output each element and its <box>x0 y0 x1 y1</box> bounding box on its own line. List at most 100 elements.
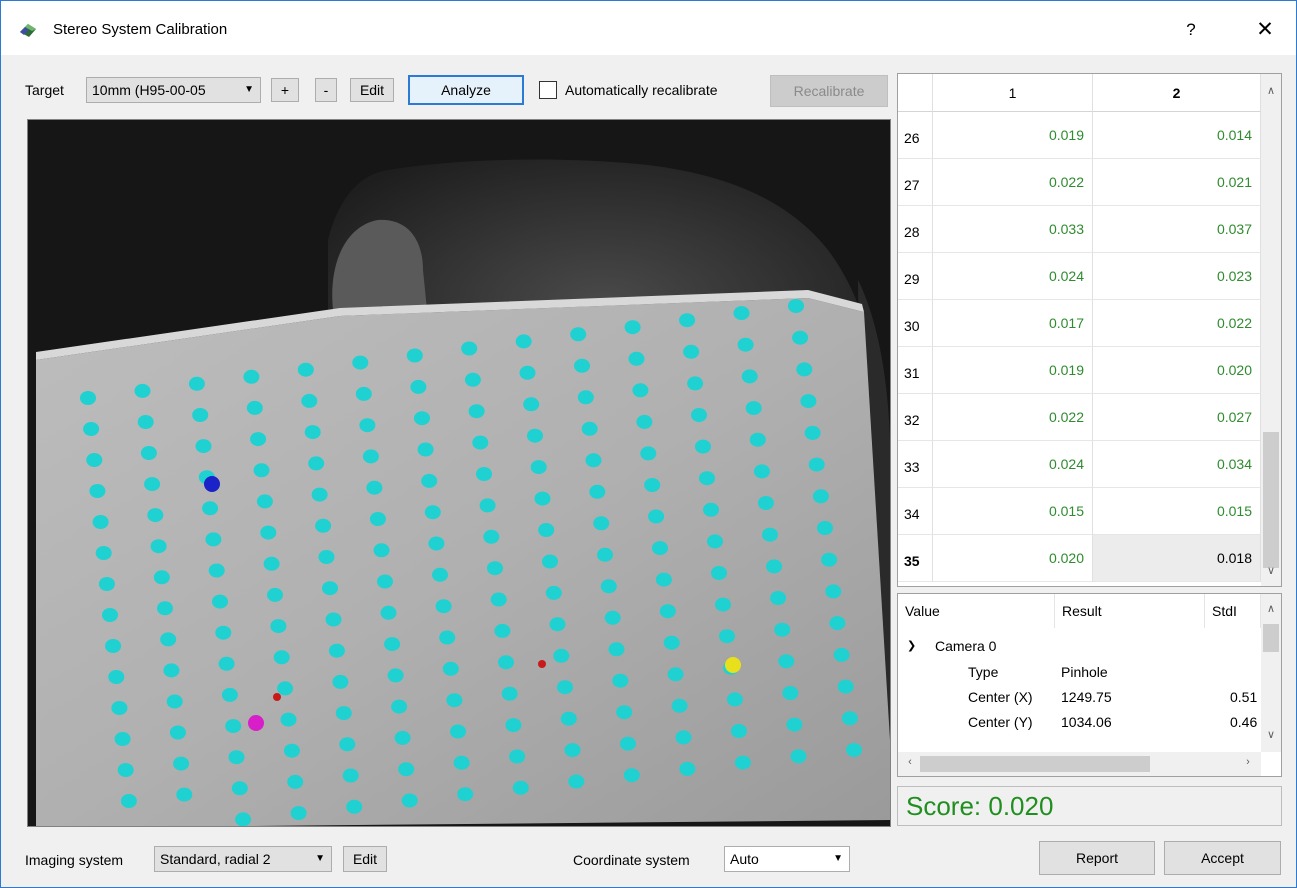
target-dot <box>636 414 653 429</box>
tree-scroll-thumb[interactable] <box>1263 624 1279 652</box>
cell-camera-1[interactable]: 0.024 <box>933 441 1093 488</box>
target-dot <box>837 679 854 694</box>
target-dot <box>92 515 109 529</box>
row-number: 28 <box>898 206 933 253</box>
table-row[interactable]: 28 0.033 0.037 <box>898 206 1261 253</box>
cell-camera-1[interactable]: 0.022 <box>933 159 1093 206</box>
target-dot <box>366 480 383 495</box>
table-row[interactable]: 29 0.024 0.023 <box>898 253 1261 300</box>
close-button[interactable]: ✕ <box>1249 15 1281 45</box>
cell-camera-2[interactable]: 0.022 <box>1093 300 1261 347</box>
coordinate-system-select[interactable]: Auto ▼ <box>724 846 850 872</box>
cell-camera-1[interactable]: 0.015 <box>933 488 1093 535</box>
scroll-up-icon[interactable]: ∧ <box>1261 602 1281 615</box>
imaging-system-value: Standard, radial 2 <box>160 851 271 867</box>
add-target-button[interactable]: + <box>271 78 299 102</box>
cell-camera-2[interactable]: 0.034 <box>1093 441 1261 488</box>
origin-marker-red <box>273 693 281 701</box>
table-scroll-thumb[interactable] <box>1263 432 1279 568</box>
target-dot <box>749 432 766 447</box>
remove-target-button[interactable]: - <box>315 78 337 102</box>
calibration-image-viewer[interactable] <box>27 119 891 827</box>
cell-camera-2[interactable]: 0.014 <box>1093 112 1261 159</box>
tree-hscroll-thumb[interactable] <box>920 756 1150 772</box>
residuals-table[interactable]: 1 2 26 0.019 0.014 27 0.022 0.021 28 0.033 0.037… <box>897 73 1282 587</box>
table-row[interactable]: 32 0.022 0.027 <box>898 394 1261 441</box>
tree-column-value[interactable]: Value <box>898 594 1055 628</box>
help-button[interactable]: ? <box>1175 15 1207 45</box>
tree-horizontal-scrollbar[interactable]: ‹ › <box>898 752 1261 776</box>
cell-camera-2[interactable]: 0.015 <box>1093 488 1261 535</box>
target-dot <box>231 781 248 796</box>
tree-vertical-scrollbar[interactable]: ∧ ∨ <box>1261 594 1281 752</box>
target-dot <box>225 719 242 734</box>
target-dot <box>734 755 751 770</box>
edit-imaging-button[interactable]: Edit <box>343 846 387 872</box>
scroll-down-icon[interactable]: ∨ <box>1261 564 1281 577</box>
edit-target-button[interactable]: Edit <box>350 78 394 102</box>
tree-column-result[interactable]: Result <box>1055 594 1205 628</box>
cell-camera-1[interactable]: 0.024 <box>933 253 1093 300</box>
target-dot <box>322 581 338 596</box>
expand-chevron-icon[interactable]: ❯ <box>907 639 916 652</box>
target-dot <box>530 460 547 475</box>
target-dot <box>435 599 452 614</box>
parameter-tree[interactable]: Value Result StdI ❯ Camera 0 Type Pinhol… <box>897 593 1282 777</box>
tree-node-camera[interactable]: Camera 0 <box>935 638 996 654</box>
table-row[interactable]: 31 0.019 0.020 <box>898 347 1261 394</box>
target-dot <box>421 473 438 488</box>
cell-camera-1[interactable]: 0.017 <box>933 300 1093 347</box>
target-dot <box>117 763 134 777</box>
target-dot <box>841 711 858 726</box>
row-number: 35 <box>898 535 933 582</box>
target-select[interactable]: 10mm (H95-00-05 ▼ <box>86 77 261 103</box>
target-dot <box>414 411 430 426</box>
report-button[interactable]: Report <box>1039 841 1155 875</box>
cell-camera-1[interactable]: 0.020 <box>933 535 1093 582</box>
target-dot <box>308 456 325 471</box>
table-row[interactable]: 26 0.019 0.014 <box>898 112 1261 159</box>
cell-camera-1[interactable]: 0.033 <box>933 206 1093 253</box>
cell-camera-2[interactable]: 0.027 <box>1093 394 1261 441</box>
target-dot <box>494 623 511 638</box>
column-header-1[interactable]: 1 <box>933 74 1093 112</box>
cell-camera-1[interactable]: 0.022 <box>933 394 1093 441</box>
target-dot <box>202 501 219 516</box>
auto-recalibrate-checkbox[interactable] <box>539 81 557 99</box>
cell-camera-2[interactable]: 0.020 <box>1093 347 1261 394</box>
target-dot <box>707 534 723 549</box>
scroll-left-icon[interactable]: ‹ <box>900 756 920 768</box>
cell-camera-2[interactable]: 0.018 <box>1093 535 1261 582</box>
scroll-up-icon[interactable]: ∧ <box>1261 84 1281 97</box>
cell-camera-2[interactable]: 0.037 <box>1093 206 1261 253</box>
cell-camera-2[interactable]: 0.021 <box>1093 159 1261 206</box>
target-dot <box>574 358 590 373</box>
table-row[interactable]: 27 0.022 0.021 <box>898 159 1261 206</box>
target-dot <box>114 732 131 746</box>
target-dot <box>644 478 661 492</box>
tree-column-stddev[interactable]: StdI <box>1205 594 1261 628</box>
recalibrate-button[interactable]: Recalibrate <box>770 75 888 107</box>
table-vertical-scrollbar[interactable]: ∧ ∨ <box>1261 74 1281 586</box>
table-row[interactable]: 33 0.024 0.034 <box>898 441 1261 488</box>
table-row[interactable]: 35 0.020 0.018 <box>898 535 1261 582</box>
target-label: Target <box>25 82 64 98</box>
cell-camera-2[interactable]: 0.023 <box>1093 253 1261 300</box>
target-dot <box>501 686 518 701</box>
imaging-system-select[interactable]: Standard, radial 2 ▼ <box>154 846 332 872</box>
cell-camera-1[interactable]: 0.019 <box>933 112 1093 159</box>
target-dot <box>221 687 238 702</box>
target-dot <box>280 712 297 727</box>
table-row[interactable]: 30 0.017 0.022 <box>898 300 1261 347</box>
scroll-down-icon[interactable]: ∨ <box>1261 728 1281 741</box>
cell-camera-1[interactable]: 0.019 <box>933 347 1093 394</box>
scroll-right-icon[interactable]: › <box>1238 756 1258 768</box>
column-header-2[interactable]: 2 <box>1093 74 1261 112</box>
target-dot <box>468 404 485 419</box>
table-row[interactable]: 34 0.015 0.015 <box>898 488 1261 535</box>
accept-button[interactable]: Accept <box>1164 841 1281 875</box>
target-dot <box>487 561 503 576</box>
target-dot <box>800 394 817 409</box>
analyze-button[interactable]: Analyze <box>408 75 524 105</box>
target-dot <box>762 527 778 542</box>
